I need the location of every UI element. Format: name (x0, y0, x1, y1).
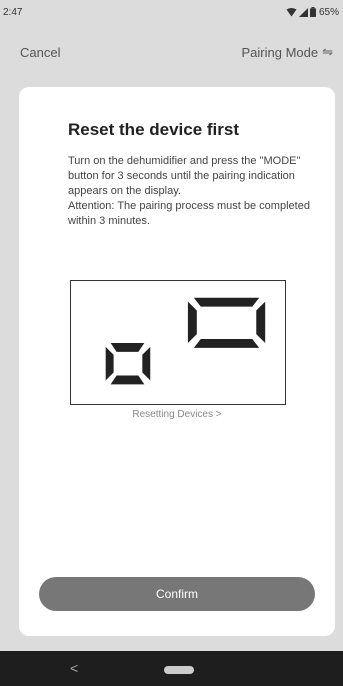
home-pill-icon[interactable] (164, 666, 194, 674)
signal-icon (298, 7, 308, 17)
attention-paragraph: Attention: The pairing process must be c… (68, 200, 310, 227)
status-time: 2:47 (3, 6, 23, 18)
cancel-button[interactable]: Cancel (20, 45, 60, 60)
header: Cancel Pairing Mode ⇋ (0, 38, 343, 66)
status-indicators: 65% (286, 7, 339, 18)
resetting-devices-label: Resetting Devices (132, 409, 213, 420)
battery-percent: 65% (318, 6, 339, 18)
battery-icon (309, 7, 316, 17)
confirm-button[interactable]: Confirm (39, 577, 315, 611)
back-icon[interactable]: < (70, 660, 78, 676)
instruction-paragraph: Turn on the dehumidifier and press the "… (68, 155, 301, 197)
wifi-icon (286, 7, 297, 16)
display-illustration (70, 280, 286, 405)
instruction-text: Turn on the dehumidifier and press the "… (68, 154, 318, 229)
segment-display-icon (105, 297, 266, 385)
pairing-mode-label: Pairing Mode (241, 44, 319, 60)
page-title: Reset the device first (68, 120, 240, 139)
resetting-devices-link[interactable]: Resetting Devices > (19, 409, 335, 420)
swap-icon: ⇋ (322, 44, 333, 59)
status-bar: 2:47 65% (0, 0, 343, 24)
navigation-bar: < (0, 651, 343, 686)
chevron-right-icon: > (215, 409, 222, 420)
instruction-card: Reset the device first Turn on the dehum… (19, 87, 335, 636)
pairing-mode-toggle[interactable]: Pairing Mode ⇋ (241, 44, 333, 60)
status-icons (286, 7, 316, 17)
